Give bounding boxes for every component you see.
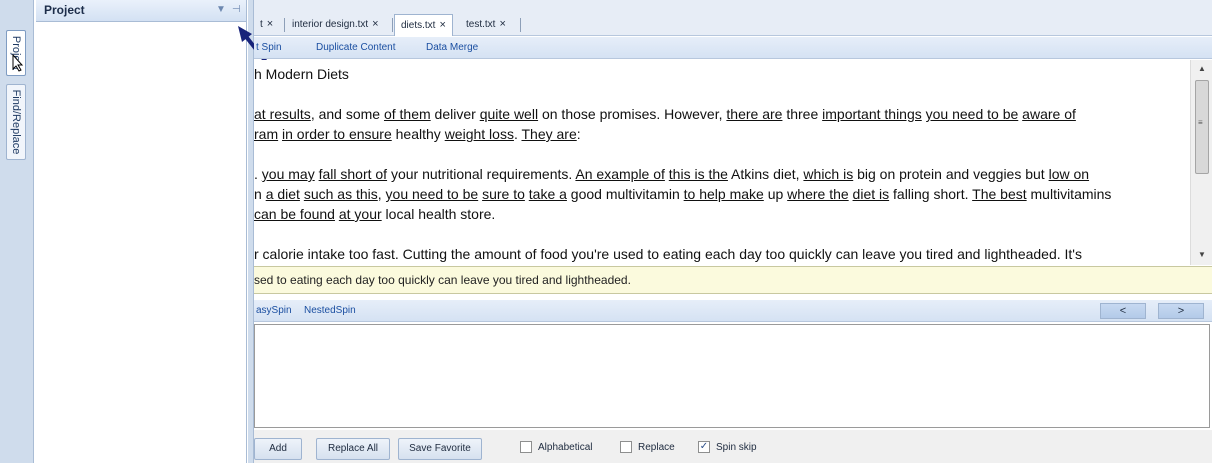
synonym-textarea[interactable]	[254, 324, 1210, 428]
tool-toolbar: t Spin Duplicate Content Data Merge	[254, 37, 1212, 59]
alphabetical-label: Alphabetical	[538, 441, 593, 453]
spin-toolbar: asySpin NestedSpin < >	[254, 300, 1212, 322]
editor-line: r calorie intake too fast. Cutting the a…	[254, 246, 1082, 262]
editor-line: at results, and some of them deliver qui…	[254, 106, 1076, 122]
panel-menu-icon[interactable]: ▼	[216, 4, 226, 15]
side-tab-find-replace[interactable]: Find/Replace	[6, 84, 26, 160]
replace-checkbox[interactable]: Replace	[620, 441, 675, 453]
editor-line: n a diet such as this, you need to be su…	[254, 186, 1112, 202]
doc-tab-interior-design[interactable]: interior design.txt ×	[286, 14, 385, 36]
document-tab-bar: t × interior design.txt × diets.txt × test.…	[254, 0, 1212, 36]
tab-easyspin[interactable]: asySpin	[256, 305, 292, 316]
tab-separator	[520, 18, 521, 32]
doc-tab-partial[interactable]: t ×	[254, 14, 279, 36]
current-sentence-text: sed to eating each day too quickly can l…	[254, 273, 631, 287]
doc-tab-diets[interactable]: diets.txt ×	[394, 14, 453, 36]
spin-skip-checkbox[interactable]: ✓ Spin skip	[698, 441, 757, 453]
close-icon[interactable]: ×	[267, 18, 273, 30]
editor-line: can be found at your local health store.	[254, 206, 496, 222]
spin-skip-label: Spin skip	[716, 441, 757, 453]
checkbox-box[interactable]	[520, 441, 532, 453]
doc-tab-label: test.txt	[466, 19, 496, 30]
editor-line: ram in order to ensure healthy weight lo…	[254, 126, 581, 142]
add-button[interactable]: Add	[254, 438, 302, 460]
checkbox-box[interactable]	[620, 441, 632, 453]
alphabetical-checkbox[interactable]: Alphabetical	[520, 441, 592, 453]
doc-tab-label: interior design.txt	[292, 19, 369, 30]
replace-label: Replace	[638, 441, 675, 453]
toolbar-duplicate-content[interactable]: Duplicate Content	[316, 42, 396, 53]
mouse-cursor-icon	[12, 53, 24, 75]
scroll-grip-icon: ≡	[1198, 118, 1203, 127]
project-panel-header: Project ▼ ⊣	[36, 0, 246, 22]
scroll-down-icon[interactable]: ▼	[1198, 250, 1206, 259]
close-icon[interactable]: ×	[499, 18, 505, 30]
editor-line: h Modern Diets	[254, 66, 349, 82]
close-icon[interactable]: ×	[372, 18, 378, 30]
scroll-up-icon[interactable]: ▲	[1198, 64, 1206, 73]
scrollbar-thumb[interactable]	[1195, 80, 1209, 174]
toolbar-data-merge[interactable]: Data Merge	[426, 42, 478, 53]
checkmark-icon[interactable]: ✓	[698, 441, 710, 453]
toolbar-spin[interactable]: t Spin	[256, 42, 282, 53]
project-panel: Project ▼ ⊣	[36, 0, 247, 463]
pin-icon[interactable]: ⊣	[232, 4, 241, 15]
current-sentence-bar: sed to eating each day too quickly can l…	[254, 266, 1212, 294]
doc-tab-label: diets.txt	[401, 20, 436, 31]
next-button[interactable]: >	[1158, 303, 1204, 319]
editor-line: . you may fall short of your nutritional…	[254, 166, 1090, 182]
editor-scrollbar[interactable]: ▲ ≡ ▼	[1190, 60, 1212, 265]
close-icon[interactable]: ×	[439, 19, 445, 31]
side-tab-find-replace-label: Find/Replace	[10, 89, 22, 155]
save-favorite-button[interactable]: Save Favorite	[398, 438, 482, 460]
tab-nestedspin[interactable]: NestedSpin	[304, 305, 356, 316]
project-panel-title: Project	[44, 3, 85, 17]
bottom-controls: Add Replace All Save Favorite Alphabetic…	[254, 430, 1212, 463]
tab-separator	[392, 18, 393, 32]
prev-button[interactable]: <	[1100, 303, 1146, 319]
replace-all-button[interactable]: Replace All	[316, 438, 390, 460]
doc-tab-test[interactable]: test.txt ×	[460, 14, 512, 36]
article-editor[interactable]: h Modern Diets at results, and some of t…	[254, 60, 1190, 265]
tab-separator	[284, 18, 285, 32]
doc-tab-label: t	[260, 19, 263, 30]
